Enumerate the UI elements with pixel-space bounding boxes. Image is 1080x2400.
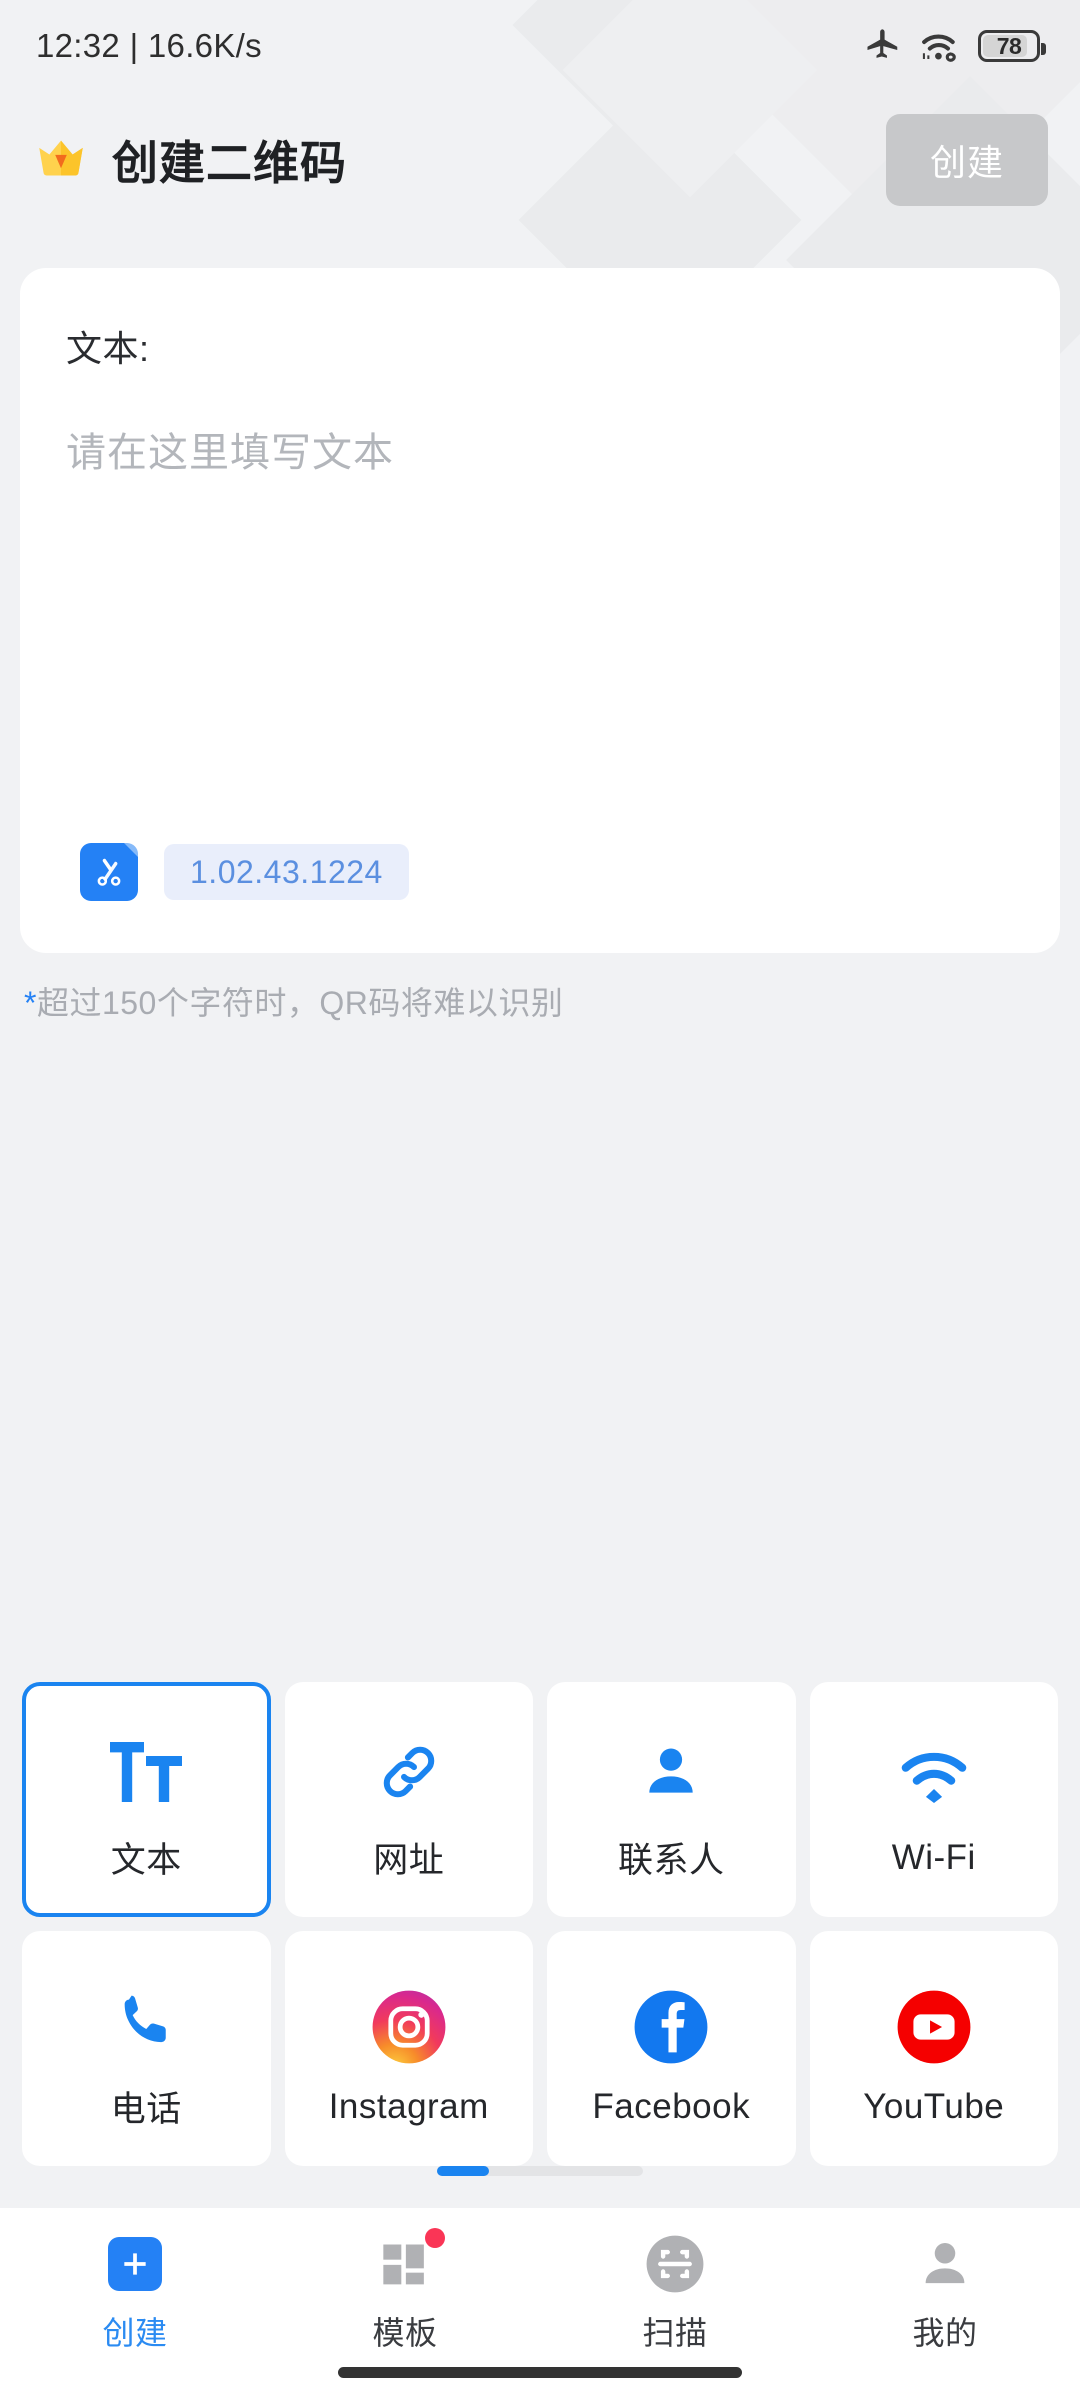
link-icon xyxy=(376,1716,442,1828)
nav-item-label: 我的 xyxy=(912,2315,978,2351)
qr-type-tile-facebook[interactable]: Facebook xyxy=(547,1931,796,2166)
battery-icon: 78 xyxy=(978,30,1046,62)
grid-icon xyxy=(379,2228,445,2298)
nav-item-label: 创建 xyxy=(102,2315,168,2351)
youtube-icon xyxy=(896,1971,972,2083)
nav-item-templates[interactable]: 模板 xyxy=(270,2228,540,2354)
facebook-icon xyxy=(633,1971,709,2083)
qr-type-tile-instagram[interactable]: Instagram xyxy=(284,1931,533,2166)
nav-item-scan[interactable]: 扫描 xyxy=(540,2230,810,2354)
text-format-icon xyxy=(106,1716,186,1828)
gesture-home-indicator[interactable] xyxy=(338,2367,742,2378)
instagram-icon xyxy=(371,1971,447,2083)
status-bar: 12:32 | 16.6K/s 78 xyxy=(0,0,1080,92)
wifi-icon xyxy=(919,27,961,65)
person-icon xyxy=(640,1716,702,1828)
scan-icon xyxy=(644,2230,706,2298)
plus-square-icon xyxy=(108,2230,162,2298)
qr-type-tile-url[interactable]: 网址 xyxy=(284,1682,533,1917)
phone-icon xyxy=(114,1965,178,2077)
qr-type-tile-contact[interactable]: 联系人 xyxy=(547,1682,796,1917)
scissors-clipboard-icon[interactable] xyxy=(80,843,138,901)
input-field-label: 文本: xyxy=(66,328,150,369)
text-input-card[interactable]: 文本: 请在这里填写文本 1.02.43.1224 xyxy=(20,268,1060,953)
status-bar-right: 78 xyxy=(864,27,1046,65)
qr-type-label: 电话 xyxy=(110,2090,182,2129)
qr-type-label: 联系人 xyxy=(617,1841,725,1880)
person-icon xyxy=(917,2230,973,2298)
qr-type-tile-phone[interactable]: 电话 xyxy=(22,1931,271,2166)
hint-text: 超过150个字符时，QR码将难以识别 xyxy=(36,985,564,1021)
text-input-placeholder[interactable]: 请在这里填写文本 xyxy=(66,420,1014,478)
status-network-speed: 16.6K/s xyxy=(147,27,262,64)
hint-asterisk: * xyxy=(24,985,37,1021)
nav-item-label: 扫描 xyxy=(642,2315,708,2351)
grid-page-indicator-track[interactable] xyxy=(437,2166,643,2176)
qr-type-tile-text[interactable]: 文本 xyxy=(22,1682,271,1917)
page-title: 创建二维码 xyxy=(112,137,347,189)
nav-item-label: 模板 xyxy=(372,2315,438,2351)
character-limit-hint: *超过150个字符时，QR码将难以识别 xyxy=(24,978,563,1024)
status-time: 12:32 xyxy=(36,27,121,64)
qr-type-label: 网址 xyxy=(373,1841,445,1880)
airplane-mode-icon xyxy=(864,27,902,65)
create-qr-button[interactable]: 创建 xyxy=(886,114,1048,206)
qr-type-tile-wifi[interactable]: Wi-Fi xyxy=(809,1682,1058,1917)
status-bar-left: 12:32 | 16.6K/s xyxy=(36,27,262,65)
qr-type-label: Wi-Fi xyxy=(891,1837,976,1877)
wifi-icon xyxy=(899,1722,969,1834)
app-header: 创建二维码 创建 xyxy=(0,100,1080,220)
clipboard-suggestion-chip[interactable]: 1.02.43.1224 xyxy=(164,844,409,900)
nav-item-profile[interactable]: 我的 xyxy=(810,2230,1080,2354)
clipboard-suggestion-row: 1.02.43.1224 xyxy=(80,843,409,901)
qr-type-label: Instagram xyxy=(328,2086,489,2126)
notification-badge-dot xyxy=(425,2228,445,2248)
crown-icon xyxy=(32,131,90,189)
nav-item-create[interactable]: 创建 xyxy=(0,2230,270,2354)
grid-page-indicator-thumb xyxy=(437,2166,489,2176)
qr-type-label: Facebook xyxy=(592,2086,751,2126)
qr-type-label: YouTube xyxy=(863,2086,1005,2126)
qr-type-tile-youtube[interactable]: YouTube xyxy=(809,1931,1058,2166)
status-separator: | xyxy=(129,27,139,64)
qr-type-label: 文本 xyxy=(110,1841,182,1880)
app-screen: 12:32 | 16.6K/s 78 创建二维码 创建 文本: 请在这里填写文本… xyxy=(0,0,1080,2400)
qr-type-grid: 文本 网址 联系人 Wi-Fi 电话 Instagram Facebook Yo… xyxy=(22,1682,1058,2166)
battery-level: 78 xyxy=(996,32,1022,59)
